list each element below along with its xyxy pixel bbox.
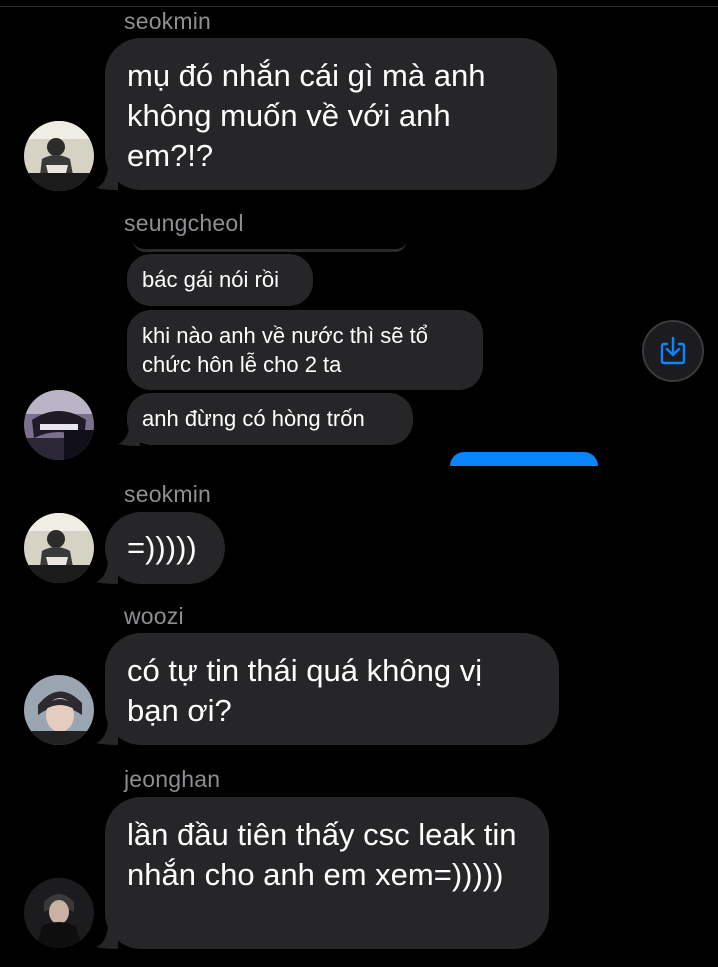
outgoing-bubble-edge (450, 452, 598, 466)
message-bubble[interactable]: lần đầu tiên thấy csc leak tin nhắn cho … (105, 797, 549, 949)
avatar-seungcheol[interactable] (24, 390, 94, 460)
previous-bubble-edge (133, 235, 407, 252)
message-bubble[interactable]: =))))) (105, 512, 225, 584)
sender-name: seungcheol (124, 210, 244, 236)
bubble-tail (96, 927, 118, 949)
message-text: khi nào anh về nước thì sẽ tổ chức hôn l… (142, 323, 428, 377)
message-text: mụ đó nhắn cái gì mà anh không muốn về v… (127, 58, 486, 173)
bubble-tail (96, 723, 118, 745)
message-bubble[interactable]: anh đừng có hòng trốn (127, 393, 413, 445)
message-text: có tự tin thái quá không vị bạn ơi? (127, 653, 483, 728)
bubble-tail (118, 424, 140, 446)
save-to-device-icon (660, 336, 686, 365)
header-divider (0, 6, 718, 7)
avatar-woozi[interactable] (24, 675, 94, 745)
bubble-tail (96, 168, 118, 190)
bubble-tail (96, 562, 118, 584)
save-button[interactable] (642, 320, 704, 382)
avatar-seokmin[interactable] (24, 121, 94, 191)
sender-name: jeonghan (124, 766, 221, 792)
message-bubble[interactable]: bác gái nói rồi (127, 254, 313, 306)
message-bubble[interactable]: mụ đó nhắn cái gì mà anh không muốn về v… (105, 38, 557, 190)
sender-name: woozi (124, 603, 184, 629)
sender-name: seokmin (124, 481, 212, 507)
message-bubble[interactable]: khi nào anh về nước thì sẽ tổ chức hôn l… (127, 310, 483, 390)
message-text: bác gái nói rồi (142, 267, 279, 292)
sender-name: seokmin (124, 8, 212, 34)
message-text: lần đầu tiên thấy csc leak tin nhắn cho … (127, 817, 517, 892)
message-text: =))))) (127, 530, 197, 565)
avatar-seokmin[interactable] (24, 513, 94, 583)
message-text: anh đừng có hòng trốn (142, 406, 365, 431)
message-bubble[interactable]: có tự tin thái quá không vị bạn ơi? (105, 633, 559, 745)
avatar-jeonghan[interactable] (24, 878, 94, 948)
